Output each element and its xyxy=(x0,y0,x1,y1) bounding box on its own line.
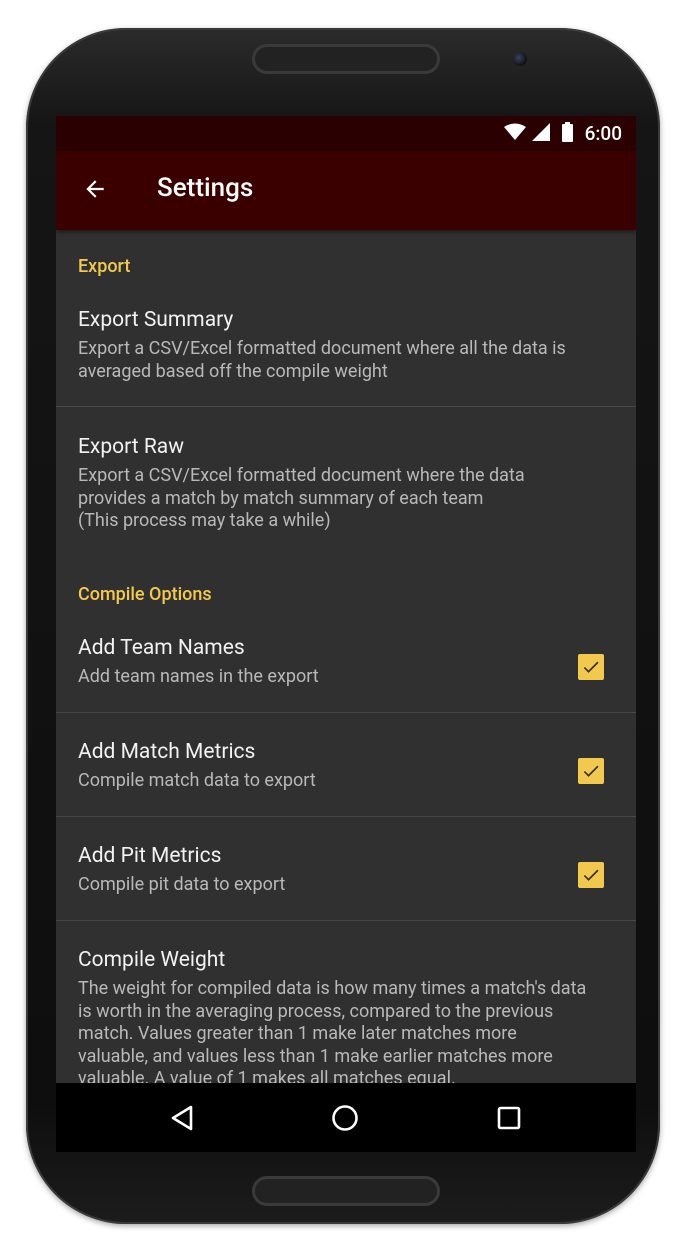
pit-metrics-checkbox[interactable] xyxy=(578,862,604,888)
nav-back-button[interactable] xyxy=(157,1093,207,1143)
team-names-checkbox[interactable] xyxy=(578,654,604,680)
nav-recents-button[interactable] xyxy=(484,1093,534,1143)
arrow-back-icon xyxy=(82,176,108,206)
divider xyxy=(56,406,636,407)
battery-icon xyxy=(561,121,573,146)
nav-home-button[interactable] xyxy=(320,1093,370,1143)
pref-title: Compile Weight xyxy=(78,948,226,972)
match-metrics-checkbox[interactable] xyxy=(578,758,604,784)
pref-summary-note: (This process may take a while) xyxy=(78,510,331,531)
settings-list: Export Export Summary Export a CSV/Excel… xyxy=(56,230,636,1083)
pref-add-match-metrics[interactable]: Add Match Metrics Compile match data to … xyxy=(56,730,636,816)
pref-summary: Export a CSV/Excel formatted document wh… xyxy=(78,465,525,509)
pref-summary: Compile match data to export xyxy=(78,770,316,791)
status-time: 6:00 xyxy=(584,122,622,145)
status-icons: 6:00 xyxy=(503,116,622,151)
check-icon xyxy=(583,869,599,881)
pref-summary: Compile pit data to export xyxy=(78,874,286,895)
bottom-speaker xyxy=(252,1176,440,1206)
screen: 6:00 Settings Export Export Summary Expo… xyxy=(56,116,636,1152)
pref-summary: The weight for compiled data is how many… xyxy=(78,978,587,1083)
pref-title: Export Raw xyxy=(78,435,184,459)
pref-export-raw[interactable]: Export Raw Export a CSV/Excel formatted … xyxy=(56,425,636,545)
back-button[interactable] xyxy=(76,172,114,210)
app-bar: Settings xyxy=(56,151,636,230)
pref-title: Add Pit Metrics xyxy=(78,844,222,868)
pref-summary: Export a CSV/Excel formatted document wh… xyxy=(78,338,566,382)
wifi-icon xyxy=(503,123,526,145)
pref-summary: Add team names in the export xyxy=(78,666,319,687)
pref-title: Add Match Metrics xyxy=(78,740,256,764)
signal-icon xyxy=(531,122,550,145)
pref-title: Export Summary xyxy=(78,308,234,332)
square-recents-icon xyxy=(497,1106,521,1130)
page-title: Settings xyxy=(157,173,254,203)
pref-export-summary[interactable]: Export Summary Export a CSV/Excel format… xyxy=(56,298,636,406)
navigation-bar xyxy=(56,1083,636,1152)
top-speaker xyxy=(252,44,440,74)
section-header-compile: Compile Options xyxy=(78,584,212,605)
pref-compile-weight[interactable]: Compile Weight The weight for compiled d… xyxy=(56,938,636,1083)
divider xyxy=(56,816,636,817)
divider xyxy=(56,712,636,713)
front-camera xyxy=(513,52,527,66)
status-bar: 6:00 xyxy=(56,116,636,151)
pref-add-team-names[interactable]: Add Team Names Add team names in the exp… xyxy=(56,626,636,712)
check-icon xyxy=(583,765,599,777)
triangle-back-icon xyxy=(171,1105,193,1131)
pref-title: Add Team Names xyxy=(78,636,245,660)
circle-home-icon xyxy=(332,1105,358,1131)
divider xyxy=(56,920,636,921)
pref-add-pit-metrics[interactable]: Add Pit Metrics Compile pit data to expo… xyxy=(56,834,636,920)
section-header-export: Export xyxy=(78,256,131,277)
check-icon xyxy=(583,661,599,673)
